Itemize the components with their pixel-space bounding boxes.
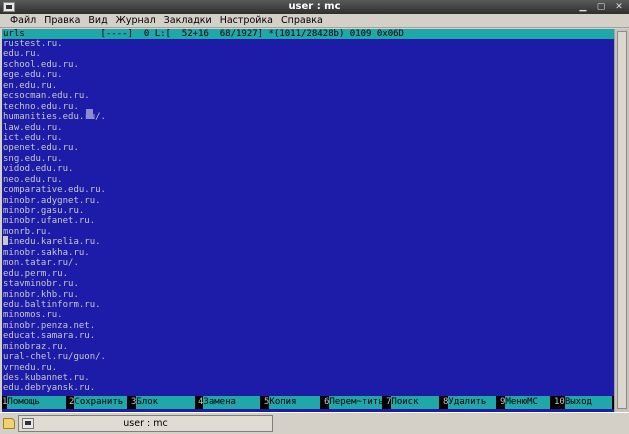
text-line: minobr.gasu.ru. [3, 206, 85, 216]
text-line: vrnedu.ru. [3, 362, 58, 373]
text-line: en.edu.ru. [3, 80, 58, 91]
fkey-label: Копия [269, 396, 321, 409]
text-line: minobr.adygnet.ru. [3, 195, 101, 206]
fkey-label: Помощь [7, 396, 67, 409]
text-line: rustest.ru. [3, 39, 63, 49]
taskbar-item-label: user : mc [123, 418, 168, 429]
fkey-label: Удалить [448, 396, 497, 409]
menu-item[interactable]: Правка [40, 14, 84, 28]
text-line: ict.edu.ru. [3, 132, 63, 143]
text-line: des.kubannet.ru. [3, 373, 90, 383]
scrollbar-thumb[interactable] [617, 31, 627, 409]
fkey-label: Выход [564, 396, 613, 409]
text-line: neo.edu.ru. [3, 174, 63, 185]
taskbar-item-mc[interactable]: user : mc [18, 415, 273, 432]
editor-text[interactable]: rustest.ru. edu.ru. school.edu.ru. ege.edu.… [2, 39, 614, 394]
function-key-bar: 1Помощь 2Сохранить 3Блок 4Замена 5Копия 6Пере… [2, 396, 614, 409]
menu-item[interactable]: Закладки [160, 14, 216, 28]
menu-item[interactable]: Вид [84, 14, 111, 28]
text-line: ege.edu.ru. [3, 70, 63, 81]
text-line: edu.debryansk.ru. [3, 383, 96, 394]
text-line: minobr.sakha.ru. [3, 247, 90, 258]
text-line: minobr.penza.net. [3, 320, 96, 331]
menu-bar: Файл Правка Вид Журнал Закладки Настройка Спра… [0, 14, 629, 28]
menu-item[interactable]: Файл [0, 14, 40, 28]
fkey-label: Блок [136, 396, 196, 409]
fkey-1[interactable]: 1Помощь [2, 396, 67, 409]
taskbar: user : mc [0, 412, 629, 434]
text-line: humanities.edu.ru/. [3, 112, 106, 123]
text-line: edu.ru. [3, 49, 41, 60]
fkey-label: Сохранить [74, 396, 128, 409]
fkey-2[interactable]: 2Сохранить [69, 396, 128, 409]
editor-status-line: urls [----] 0 L:[ 52+16 68/1927] *(1011/… [2, 29, 614, 39]
fkey-label: Перем~тить [329, 396, 384, 409]
text-line: edu.baltinform.ru. [3, 299, 101, 310]
text-line: minobr.ufanet.ru. [3, 216, 96, 227]
fkey-7[interactable]: 7Поиск [386, 396, 440, 409]
text-line: openet.edu.ru. [3, 143, 79, 154]
fkey-9[interactable]: 9МенюMC [500, 396, 551, 409]
text-line: vidod.edu.ru. [3, 164, 74, 175]
text-line: stavminobr.ru. [3, 279, 79, 290]
window-title: user : mc [288, 1, 341, 12]
text-line: educat.samara.ru. [3, 331, 96, 342]
menu-item[interactable]: Журнал [112, 14, 160, 28]
text-line: techno.edu.ru. [3, 101, 79, 112]
fkey-8[interactable]: 8Удалить [443, 396, 497, 409]
fkey-label: Поиск [391, 396, 440, 409]
fkey-number: 10 [554, 397, 565, 407]
text-line: minedu.karelia.ru. [3, 237, 101, 248]
fkey-10[interactable]: 10Выход [554, 396, 613, 409]
text-line: sng.edu.ru. [3, 153, 63, 164]
fkey-label: МенюMC [505, 396, 551, 409]
menu-item[interactable]: Справка [277, 14, 327, 28]
maximize-icon[interactable]: ▢ [596, 2, 606, 12]
text-line: monrb.ru. [3, 226, 52, 237]
start-menu-icon[interactable] [2, 416, 16, 430]
minimize-icon[interactable]: ▁ [578, 2, 588, 12]
vertical-scrollbar[interactable] [614, 29, 629, 412]
window-titlebar: user : mc ▁ ▢ ✕ [0, 0, 629, 14]
menu-item[interactable]: Настройка [216, 14, 277, 28]
close-icon[interactable]: ✕ [614, 2, 624, 12]
fkey-4[interactable]: 4Замена [198, 396, 261, 409]
text-line: law.edu.ru. [3, 122, 63, 133]
text-line: minobr.khb.ru. [3, 289, 79, 300]
text-line: mon.tatar.ru/. [3, 258, 79, 269]
text-line: ural-chel.ru/guon/. [3, 352, 106, 363]
text-cursor [3, 236, 8, 245]
fkey-label: Замена [203, 396, 261, 409]
text-line: school.edu.ru. [3, 59, 79, 70]
text-line: comparative.edu.ru. [3, 185, 106, 196]
text-line: ecsocman.edu.ru. [3, 91, 90, 102]
fkey-3[interactable]: 3Блок [131, 396, 196, 409]
text-line: minomos.ru. [3, 310, 63, 321]
editor-terminal[interactable]: urls [----] 0 L:[ 52+16 68/1927] *(1011/… [2, 29, 614, 412]
text-line: minobraz.ru. [3, 341, 69, 352]
text-line: edu.perm.ru. [3, 268, 69, 279]
fkey-6[interactable]: 6Перем~тить [324, 396, 384, 409]
fkey-5[interactable]: 5Копия [264, 396, 321, 409]
mouse-pointer-block [86, 109, 93, 119]
